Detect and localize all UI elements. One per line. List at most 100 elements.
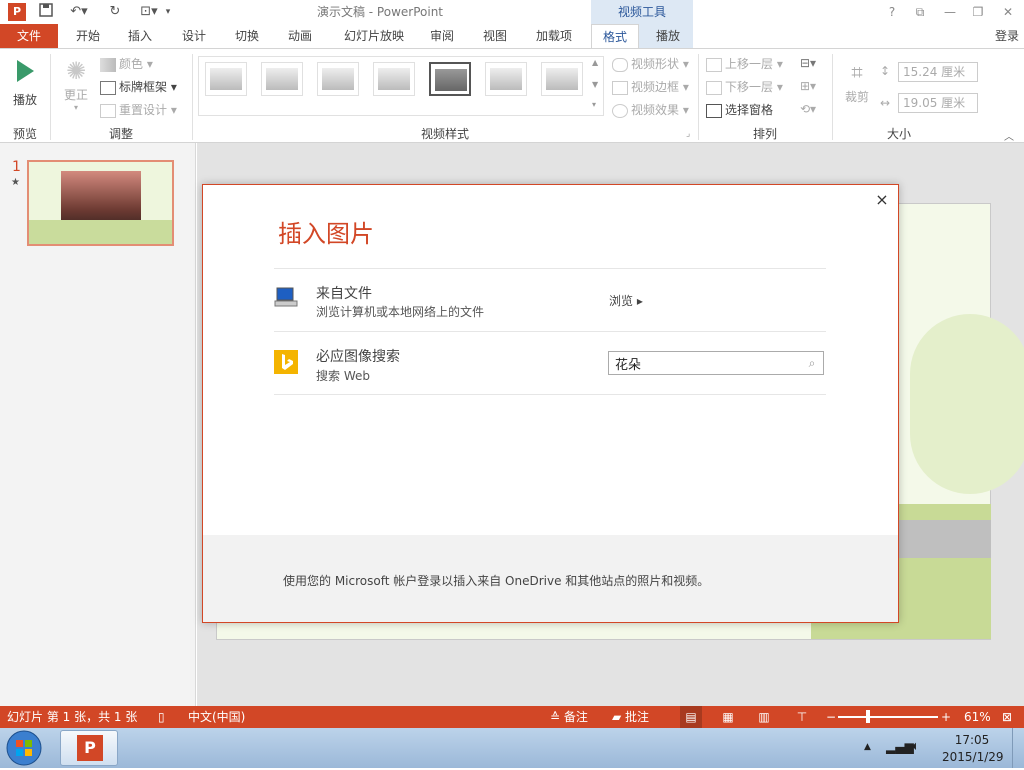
tab-transitions[interactable]: 切换 — [225, 24, 269, 48]
video-style-thumb[interactable] — [261, 62, 303, 96]
reading-view-icon[interactable]: ▥ — [754, 706, 774, 728]
sign-in-link[interactable]: 登录 — [990, 24, 1024, 48]
computer-icon — [274, 286, 298, 308]
corrections-label: 更正 — [63, 88, 88, 102]
redo-icon[interactable]: ↻ — [104, 3, 126, 21]
bing-search-input[interactable] — [608, 351, 824, 375]
corrections-button[interactable]: ✺ 更正 ▾ — [58, 56, 94, 116]
dialog-title: 插入图片 — [278, 220, 374, 248]
video-shape-button[interactable]: 视频形状 ▾ — [612, 54, 689, 74]
powerpoint-logo-icon: P — [8, 3, 26, 21]
taskbar-powerpoint-button[interactable]: P — [60, 730, 118, 766]
reset-design-button[interactable]: 重置设计 ▾ — [100, 100, 177, 120]
zoom-slider[interactable] — [838, 716, 938, 718]
divider — [274, 394, 826, 395]
zoom-level[interactable]: 61% — [964, 706, 991, 728]
gallery-scroll-down-icon[interactable]: ▼ — [592, 80, 602, 89]
volume-icon[interactable]: 🔈︎ — [912, 739, 920, 754]
video-style-thumb[interactable] — [485, 62, 527, 96]
send-backward-icon — [706, 80, 722, 95]
align-icon[interactable]: ⊟▾ — [800, 56, 816, 70]
notes-button[interactable]: ≙ 备注 — [550, 706, 588, 728]
tab-animations[interactable]: 动画 — [278, 24, 322, 48]
normal-view-icon[interactable]: ▤ — [680, 706, 702, 728]
ribbon-display-options-icon[interactable]: ⧉ — [908, 2, 932, 22]
poster-frame-icon — [100, 80, 116, 95]
tab-playback[interactable]: 播放 — [643, 24, 693, 48]
video-border-icon — [612, 80, 628, 95]
slide-thumbnail[interactable] — [27, 160, 174, 246]
video-styles-dialog-launcher-icon[interactable]: ⌟ — [686, 129, 690, 139]
bring-forward-icon — [706, 57, 722, 72]
bring-forward-button[interactable]: 上移一层 ▾ — [706, 54, 783, 74]
width-field[interactable]: 19.05 厘米 — [898, 93, 978, 113]
zoom-slider-thumb[interactable] — [866, 710, 870, 723]
browse-link[interactable]: 浏览 ▸ — [609, 292, 643, 309]
gallery-scroll-up-icon[interactable]: ▲ — [592, 58, 602, 67]
group-adjust-label: 调整 — [108, 127, 133, 141]
search-icon[interactable]: ⌕ — [804, 355, 820, 371]
comments-button[interactable]: ▰ 批注 — [612, 706, 649, 728]
selection-pane-button[interactable]: 选择窗格 — [706, 100, 773, 120]
video-shape-icon — [612, 57, 628, 72]
tab-design[interactable]: 设计 — [172, 24, 216, 48]
poster-frame-button[interactable]: 标牌框架 ▾ — [100, 77, 177, 97]
video-effects-button[interactable]: 视频效果 ▾ — [612, 100, 689, 120]
save-icon[interactable] — [36, 3, 56, 21]
slide-count-status[interactable]: 幻灯片 第 1 张，共 1 张 — [7, 706, 137, 728]
show-hidden-icons-icon[interactable]: ▲ — [864, 742, 871, 752]
zoom-out-icon[interactable]: − — [826, 706, 836, 728]
minimize-icon[interactable]: — — [938, 2, 962, 22]
tab-review[interactable]: 审阅 — [420, 24, 464, 48]
powerpoint-app-icon: P — [77, 735, 103, 761]
tab-insert[interactable]: 插入 — [118, 24, 162, 48]
rotate-icon[interactable]: ⟲▾ — [800, 102, 816, 116]
slide-sorter-icon[interactable]: ▦ — [718, 706, 738, 728]
height-field[interactable]: 15.24 厘米 — [898, 62, 978, 82]
video-style-thumb[interactable] — [429, 62, 471, 96]
tab-home[interactable]: 开始 — [66, 24, 110, 48]
group-objects-icon[interactable]: ⊞▾ — [800, 79, 816, 93]
play-button[interactable]: 播放 — [8, 56, 42, 108]
video-style-thumb[interactable] — [317, 62, 359, 96]
tab-file[interactable]: 文件 — [0, 24, 58, 48]
start-button[interactable] — [4, 729, 44, 767]
dialog-footer-text: 使用您的 Microsoft 帐户登录以插入来自 OneDrive 和其他站点的… — [283, 574, 710, 588]
fit-slide-icon[interactable]: ⊠ — [1002, 706, 1012, 728]
from-file-title[interactable]: 来自文件 — [316, 283, 372, 303]
show-desktop-button[interactable] — [1012, 728, 1024, 768]
tab-format[interactable]: 格式 — [591, 24, 639, 49]
restore-icon[interactable]: ❐ — [966, 2, 990, 22]
color-icon — [100, 57, 116, 72]
slide-circle-decoration — [910, 314, 1024, 494]
video-style-thumb[interactable] — [373, 62, 415, 96]
collapse-ribbon-icon[interactable]: ︿ — [1004, 128, 1014, 143]
zoom-in-icon[interactable]: + — [941, 706, 951, 728]
spelling-check-icon[interactable]: ▯ — [158, 706, 165, 728]
tab-slideshow[interactable]: 幻灯片放映 — [334, 24, 414, 48]
color-button[interactable]: 颜色 ▾ — [100, 54, 153, 74]
undo-icon[interactable]: ↶▾ — [66, 3, 92, 21]
video-style-thumb[interactable] — [205, 62, 247, 96]
tab-addins[interactable]: 加载项 — [528, 24, 580, 48]
clock-date[interactable]: 2015/1/29 — [942, 750, 1004, 764]
gallery-more-icon[interactable]: ▾ — [592, 100, 602, 109]
video-style-thumb[interactable] — [541, 62, 583, 96]
send-backward-button[interactable]: 下移一层 ▾ — [706, 77, 783, 97]
customize-qat-icon[interactable]: ▾ — [162, 3, 174, 21]
close-icon[interactable]: ✕ — [996, 2, 1020, 22]
start-from-beginning-icon[interactable]: ⊡▾ — [136, 3, 162, 21]
crop-icon: ⌗ — [851, 60, 863, 84]
group-size-label: 大小 — [886, 127, 911, 141]
video-border-button[interactable]: 视频边框 ▾ — [612, 77, 689, 97]
language-status[interactable]: 中文(中国) — [188, 706, 245, 728]
crop-button[interactable]: ⌗ 裁剪 — [840, 56, 874, 105]
dialog-close-icon[interactable]: × — [872, 190, 892, 210]
help-icon[interactable]: ? — [880, 2, 904, 22]
clock-time[interactable]: 17:05 — [942, 733, 1002, 747]
play-icon — [17, 60, 34, 82]
tab-view[interactable]: 视图 — [473, 24, 517, 48]
bing-image-search-title[interactable]: 必应图像搜索 — [316, 346, 400, 366]
network-icon[interactable]: ▂▄▆ — [886, 740, 914, 754]
slideshow-view-icon[interactable]: ⊤ — [792, 706, 812, 728]
